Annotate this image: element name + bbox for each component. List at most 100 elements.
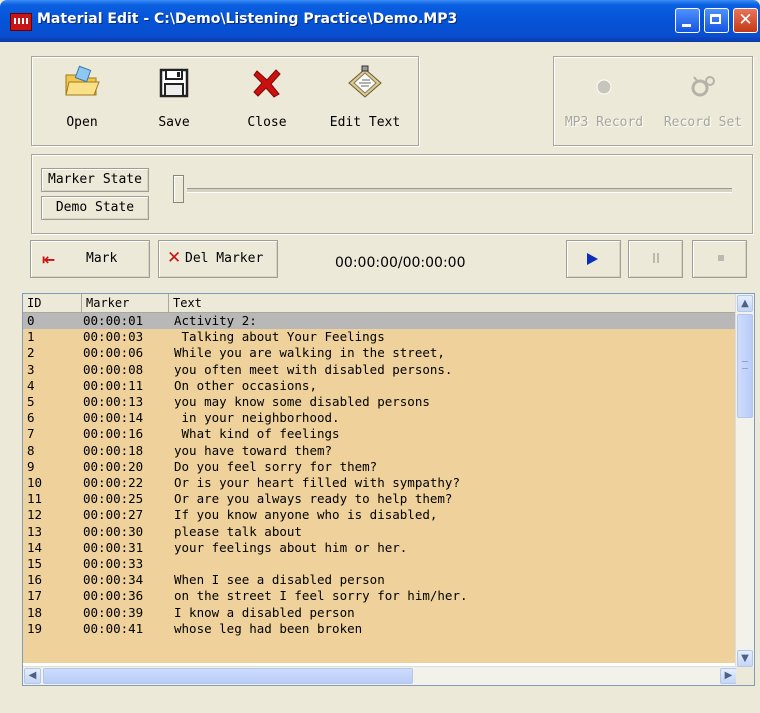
scroll-corner [736,667,754,685]
list-item[interactable]: 4 00:00:11 On other occasions, [23,378,736,394]
stop-icon [718,255,724,261]
row-marker-time: 00:00:36 [83,588,144,604]
stop-button[interactable] [692,240,747,278]
del-marker-button[interactable]: ✕ Del Marker [158,240,278,278]
close-file-button[interactable]: Close [222,57,312,143]
list-item[interactable]: 13 00:00:30 please talk about [23,524,736,540]
row-id: 15 [27,556,43,571]
record-set-label: Record Set [663,115,743,130]
list-item[interactable]: 10 00:00:22 Or is your heart filled with s… [23,475,736,491]
row-text: Activity 2: [174,313,257,328]
row-text: When I see a disabled person [174,572,385,588]
record-toolbar: MP3 Record Record Set [553,56,753,146]
row-text: Do you feel sorry for them? [174,458,378,474]
list-item[interactable]: 2 00:00:06 While you are walking in the st… [23,345,736,361]
row-text: While you are walking in the street, [174,345,445,361]
list-item[interactable]: 5 00:00:13 you may know some disabled pers… [23,394,736,410]
row-text: Or are you always ready to help them? [174,491,453,507]
vertical-scroll-thumb[interactable] [737,314,753,418]
record-dot-icon [596,79,612,95]
edit-text-button[interactable]: Edit Text [320,57,410,143]
list-item[interactable]: 3 00:00:08 you often meet with disabled pe… [23,362,736,378]
file-toolbar: Open Save Close Edit Text [31,56,419,146]
close-window-button[interactable]: ✕ [733,8,758,33]
row-id: 10 [27,475,43,490]
list-item[interactable]: 15 00:00:33 [23,556,736,572]
row-id: 1 [27,329,35,345]
scroll-left-arrow-icon[interactable]: ◀ [24,668,41,684]
mark-label: Mark [86,251,118,266]
row-id: 16 [27,572,43,588]
time-readout: 00:00:00/00:00:00 [335,255,466,271]
mp3-record-label: MP3 Record [564,115,644,130]
vertical-scrollbar[interactable]: ▲ ▼ [735,294,754,668]
list-item[interactable]: 18 00:00:39 I know a disabled person [23,605,736,621]
horizontal-scrollbar[interactable]: ◀ ▶ [23,666,737,685]
list-item[interactable]: 17 00:00:36 on the street I feel sorry for… [23,588,736,604]
list-item[interactable]: 7 00:00:16 What kind of feelings [23,426,736,442]
row-marker-time: 00:00:18 [83,442,144,458]
horizontal-scroll-thumb[interactable] [43,668,413,684]
clipboard-pencil-icon [348,65,382,98]
row-id: 17 [27,588,43,604]
row-marker-time: 00:00:22 [83,475,144,490]
list-item[interactable]: 16 00:00:34 When I see a disabled person [23,572,736,588]
app-icon [10,13,32,31]
row-text: whose leg had been broken [174,620,363,636]
delete-icon: ✕ [167,248,182,268]
row-text: If you know anyone who is disabled, [174,507,438,523]
row-text: you have toward them? [174,442,333,458]
row-text: in your neighborhood. [174,410,340,426]
row-text: please talk about [174,523,302,539]
minimize-button[interactable] [675,8,700,33]
row-marker-time: 00:00:25 [83,491,144,507]
column-header-text[interactable]: Text [169,294,737,312]
maximize-button[interactable] [704,8,729,33]
list-item[interactable]: 9 00:00:20 Do you feel sorry for them? [23,459,736,475]
del-marker-label: Del Marker [185,251,264,266]
title-bar[interactable]: Material Edit - C:\Demo\Listening Practi… [0,0,760,42]
save-button[interactable]: Save [129,57,219,143]
list-item[interactable]: 12 00:00:27 If you know anyone who is disa… [23,507,736,523]
edit-text-label: Edit Text [329,115,401,130]
marker-list[interactable]: ID Marker Text 0 00:00:01 Activity 2: 1 00:0… [22,293,755,686]
grip-icon [742,361,748,369]
list-item[interactable]: 0 00:00:01 Activity 2: [23,313,736,330]
scroll-down-arrow-icon[interactable]: ▼ [737,650,753,667]
pause-button[interactable] [628,240,683,278]
row-marker-time: 00:00:30 [83,523,144,539]
marker-state-button[interactable]: Marker State [41,168,149,192]
red-x-icon [253,69,281,98]
list-item[interactable]: 14 00:00:31 your feelings about him or her… [23,540,736,556]
material-edit-window: Material Edit - C:\Demo\Listening Practi… [0,0,760,713]
scroll-up-arrow-icon[interactable]: ▲ [737,295,753,312]
column-header-marker[interactable]: Marker [82,294,169,312]
row-id: 2 [27,345,35,361]
play-button[interactable] [566,240,621,278]
row-id: 0 [27,313,35,328]
column-header-id[interactable]: ID [23,294,82,312]
list-item[interactable]: 1 00:00:03 Talking about Your Feelings [23,329,736,345]
position-slider-track[interactable] [187,188,732,193]
position-slider-thumb[interactable] [173,175,184,203]
save-label: Save [158,115,190,130]
row-marker-time: 00:00:20 [83,458,144,474]
row-marker-time: 00:00:41 [83,620,144,636]
mark-button[interactable]: ⇤ Mark [30,240,150,278]
open-button[interactable]: Open [37,57,127,143]
floppy-disk-icon [159,68,189,98]
row-id: 11 [27,491,43,507]
demo-state-button[interactable]: Demo State [41,196,149,220]
row-id: 5 [27,394,35,409]
list-item[interactable]: 8 00:00:18 you have toward them? [23,443,736,459]
list-rows: 0 00:00:01 Activity 2: 1 00:00:03 Talking ab… [23,313,736,663]
scroll-right-arrow-icon[interactable]: ▶ [720,668,737,684]
mp3-record-button[interactable]: MP3 Record [554,57,654,143]
list-item[interactable]: 6 00:00:14 in your neighborhood. [23,410,736,426]
row-text: you often meet with disabled persons. [174,361,453,377]
list-item[interactable]: 11 00:00:25 Or are you always ready to hel… [23,491,736,507]
row-id: 13 [27,523,43,539]
record-set-button[interactable]: Record Set [654,57,752,143]
list-item[interactable]: 19 00:00:41 whose leg had been broken [23,621,736,637]
row-marker-time: 00:00:06 [83,345,144,361]
